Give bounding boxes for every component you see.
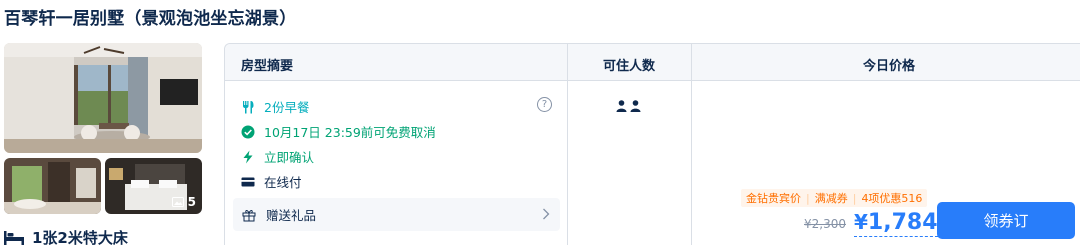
room-photo-main[interactable]: [4, 43, 202, 153]
card-icon: [241, 177, 255, 186]
table-header: 房型摘要 可住人数 今日价格: [225, 44, 1080, 81]
feature-text: 在线付: [264, 175, 302, 190]
tag-vip-price: 金钻贵宾价: [746, 192, 801, 205]
current-price[interactable]: ¥1,784: [854, 209, 938, 237]
person-icon: [630, 100, 641, 112]
gift-icon: [242, 209, 256, 221]
header-occupancy: 可住人数: [603, 59, 656, 74]
feature-pay-online: 在线付: [241, 172, 302, 191]
chevron-right-icon: [543, 208, 550, 220]
feature-breakfast: 2份早餐: [241, 97, 309, 116]
header-summary: 房型摘要: [241, 59, 294, 74]
occupancy-indicator: [616, 100, 641, 112]
current-price-value: 1,784: [867, 210, 938, 235]
tag-separator: |: [852, 191, 857, 205]
bed-label: 1张2米特大床: [32, 229, 128, 245]
photo-count-badge[interactable]: 5: [171, 195, 196, 209]
feature-text: 10月17日 23:59前可免费取消: [264, 125, 436, 140]
utensils-icon: [243, 100, 254, 113]
currency-symbol: ¥: [854, 210, 868, 234]
discount-tags[interactable]: 金钻贵宾价 | 满减券 | 4项优惠516: [741, 189, 928, 207]
help-icon[interactable]: ?: [537, 97, 552, 112]
column-divider: [691, 44, 692, 245]
tag-coupon: 满减券: [814, 192, 848, 205]
room-title: 百琴轩一居别墅（景观泡池坐忘湖景）: [4, 9, 297, 29]
lightning-icon: [243, 150, 253, 163]
gift-label: 赠送礼品: [266, 208, 317, 223]
gift-row[interactable]: 赠送礼品: [233, 198, 560, 231]
feature-text: 立即确认: [264, 150, 315, 165]
feature-instant-confirm: 立即确认: [241, 147, 314, 166]
header-price: 今日价格: [863, 59, 916, 74]
feature-text: 2份早餐: [264, 100, 310, 115]
bed-icon: [4, 230, 24, 245]
original-price: ¥2,300: [804, 217, 846, 231]
column-divider: [567, 44, 568, 245]
tag-discount-count: 4项优惠516: [861, 192, 923, 205]
image-icon: [171, 197, 184, 207]
tag-separator: |: [806, 191, 810, 205]
check-circle-icon: [241, 125, 255, 138]
book-with-coupon-button[interactable]: 领券订: [937, 202, 1075, 239]
room-photo-bedroom[interactable]: 5: [105, 158, 202, 214]
rate-table: 房型摘要 可住人数 今日价格 2份早餐 ? 10月17日 23:59前可免费取消…: [224, 43, 1080, 245]
room-photo-bathroom[interactable]: [4, 158, 101, 214]
bed-info: 1张2米特大床: [4, 227, 128, 245]
person-icon: [616, 100, 627, 112]
photo-count: 5: [187, 195, 196, 209]
feature-cancellation: 10月17日 23:59前可免费取消: [241, 122, 436, 141]
